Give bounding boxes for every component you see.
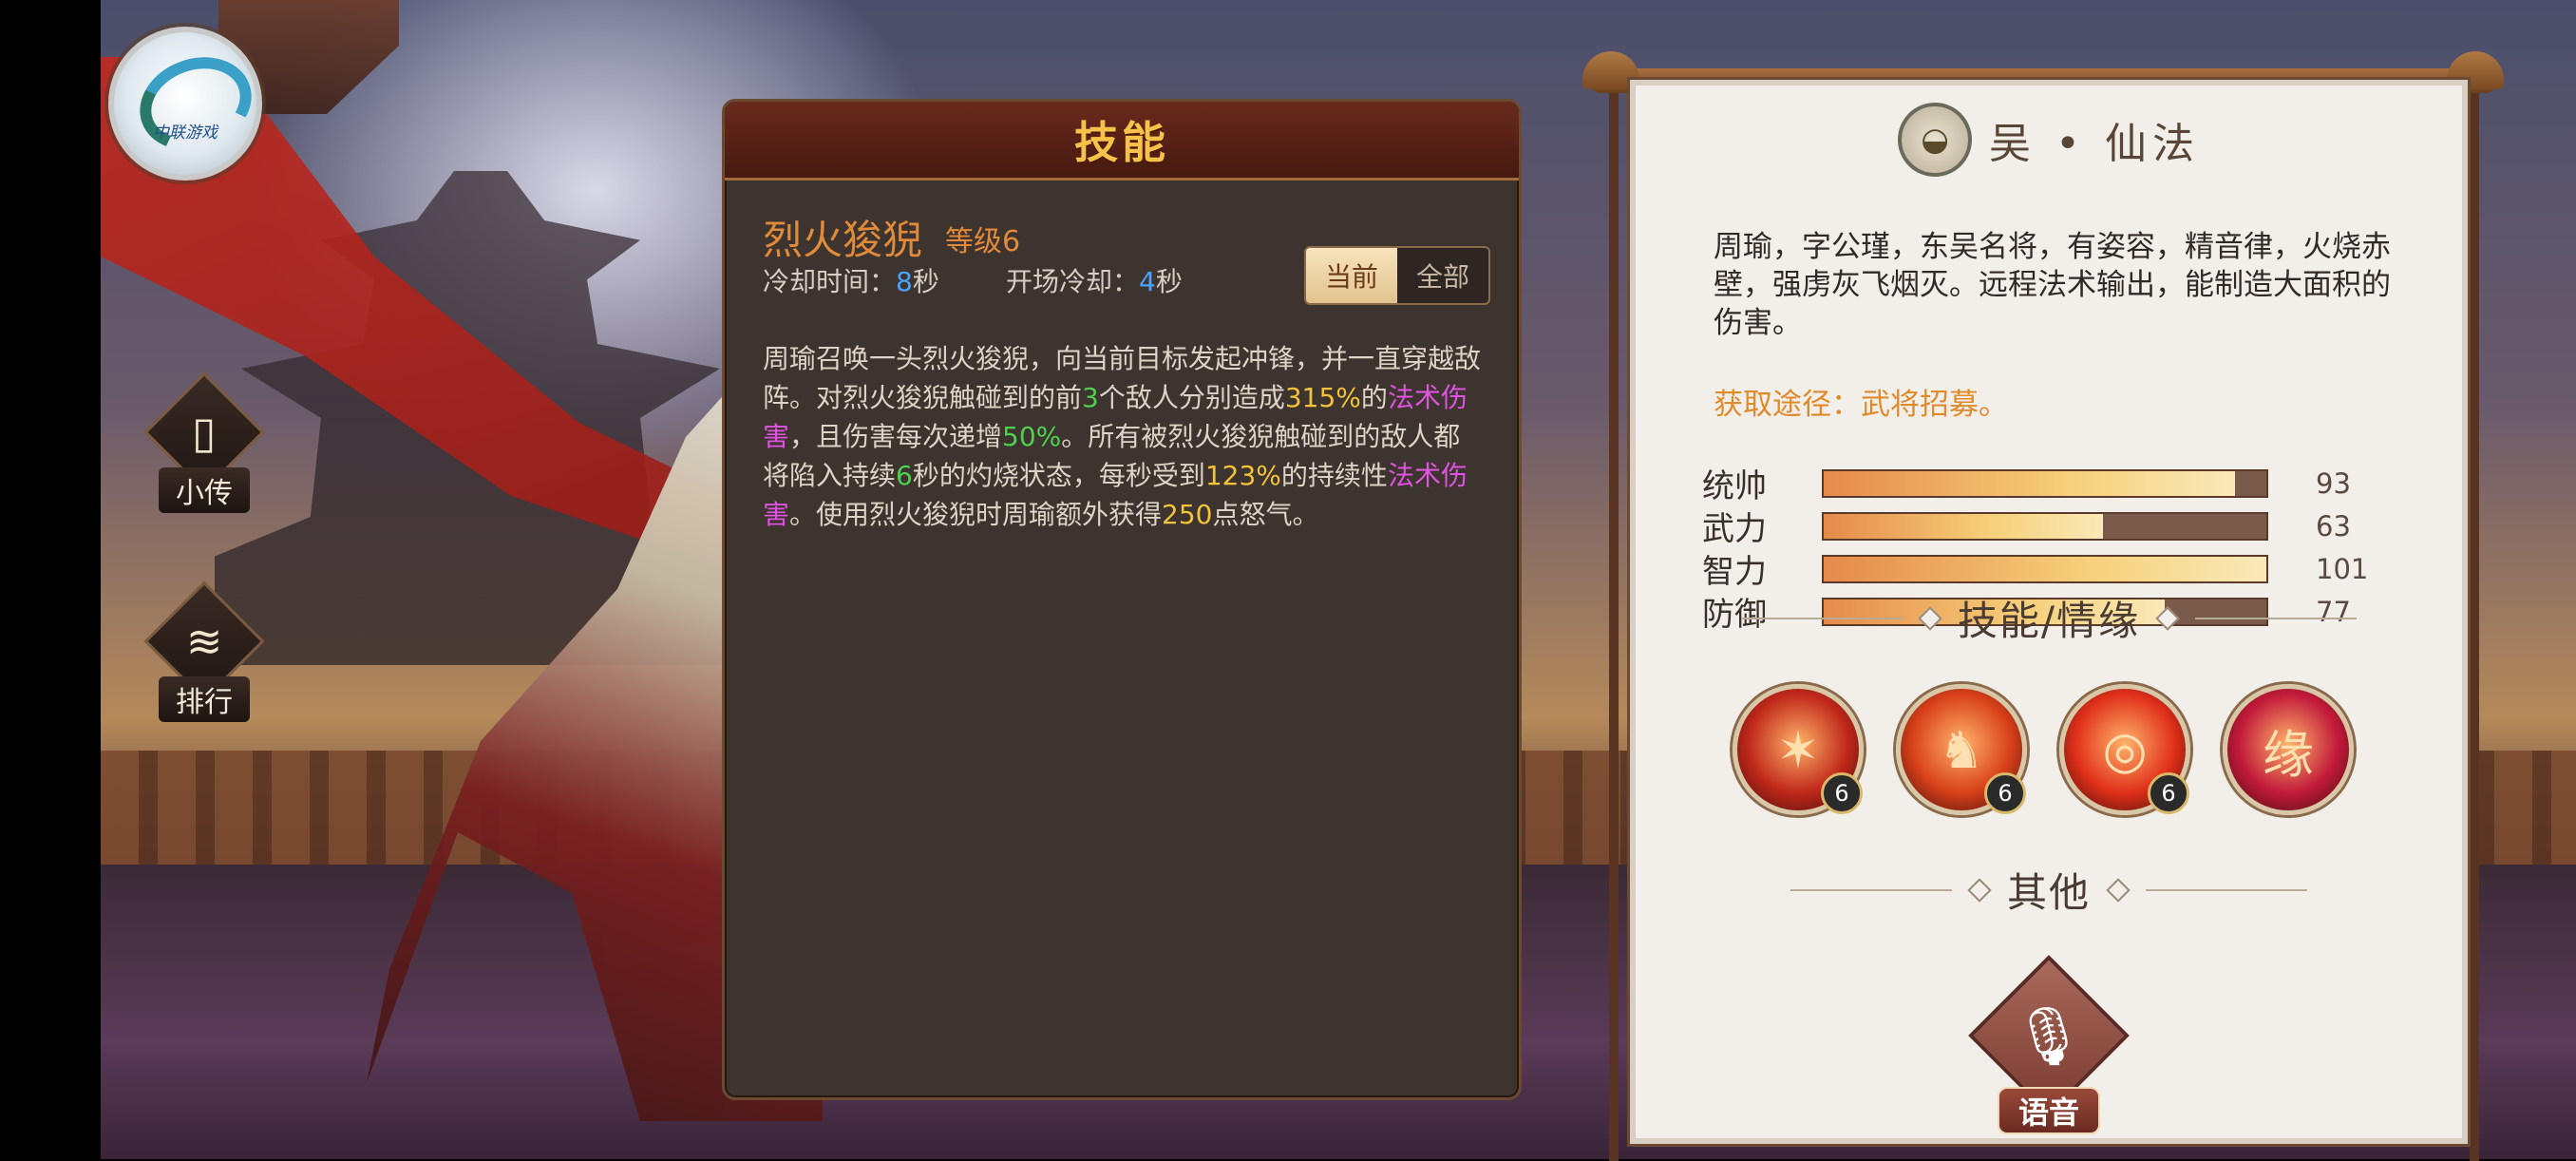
opening-cd-value: 4 <box>1139 266 1156 297</box>
stat-row: 智力 101 <box>1702 547 2424 592</box>
game-logo[interactable]: 中联游戏 <box>108 27 265 181</box>
fate-glyph: 缘 <box>2263 724 2314 785</box>
hero-bio: 周瑜，字公瑾，东吴名将，有姿容，精音律，火烧赤壁，强虏灰飞烟灭。远程法术输出，能… <box>1714 230 2391 340</box>
fire-ring-icon[interactable]: ◎ 6 <box>2059 684 2190 815</box>
skill-panel-title: 技能 <box>1074 117 1169 168</box>
ranking-button[interactable]: ≋ 排行 <box>142 580 266 722</box>
skill-panel: 技能 烈火狻猊 等级6 冷却时间：8秒 开场冷却：4秒 当前 全部 周瑜召唤一头… <box>722 99 1522 1100</box>
desc-increase-pct: 50% <box>1002 421 1062 452</box>
desc-text: ，且伤害每次递增 <box>789 421 1003 452</box>
toggle-all[interactable]: 全部 <box>1397 248 1488 303</box>
stat-value: 93 <box>2316 466 2351 500</box>
faction-text: 吴 • 仙法 <box>1989 120 2200 168</box>
other-section-title: 其他 <box>1636 861 2462 919</box>
desc-text: 的持续性 <box>1280 460 1388 491</box>
skill-level-badge: 6 <box>2148 772 2189 814</box>
divider-line <box>1740 617 1903 619</box>
fire-slash-icon[interactable]: ✶ 6 <box>1733 684 1864 815</box>
hero-info-panel: ◒ 吴 • 仙法 周瑜，字公瑾，东吴名将，有姿容，精音律，火烧赤壁，强虏灰飞烟灭… <box>1630 80 2468 1144</box>
divider-diamond-icon <box>2106 877 2131 903</box>
voice-label: 语音 <box>1997 1087 2100 1134</box>
logo-swirl-icon <box>126 42 265 165</box>
skill-level: 等级6 <box>945 225 1021 258</box>
skill-name: 烈火狻猊 <box>763 217 923 263</box>
skill-panel-header: 技能 <box>725 102 1519 181</box>
desc-text: 秒的灼烧状态，每秒受到 <box>912 460 1205 491</box>
cooldown-unit: 秒 <box>912 266 939 297</box>
skill-level-badge: 6 <box>1984 772 2026 814</box>
opening-cooldown-info: 开场冷却：4秒 <box>1006 261 1183 299</box>
cooldown-info: 冷却时间：8秒 <box>763 261 939 299</box>
fate-heart-icon[interactable]: 缘 <box>2223 684 2354 815</box>
scroll-pole-right <box>2470 78 2479 1161</box>
fire-beast-icon[interactable]: ♞ 6 <box>1896 684 2027 815</box>
stat-name: 武力 <box>1702 510 1767 548</box>
stat-value: 63 <box>2316 509 2351 542</box>
biography-label: 小传 <box>159 467 250 513</box>
skills-section-title: 技能/情缘 <box>1636 589 2462 647</box>
desc-text: 个敌人分别造成 <box>1098 382 1285 413</box>
divider-diamond-icon <box>2155 605 2180 631</box>
skills-section-label: 技能/情缘 <box>1957 598 2141 644</box>
logo-text: 中联游戏 <box>153 124 218 143</box>
stat-name: 统帅 <box>1702 467 1767 505</box>
stat-bar <box>1822 511 2268 541</box>
biography-button[interactable]: ▯ 小传 <box>142 371 266 513</box>
desc-text: 点怒气。 <box>1212 499 1319 530</box>
cooldown-value: 8 <box>896 266 913 297</box>
desc-rage: 250 <box>1162 499 1213 530</box>
opening-cd-unit: 秒 <box>1155 266 1183 297</box>
stat-row: 统帅 93 <box>1702 462 2424 506</box>
faction-header: ◒ 吴 • 仙法 <box>1636 103 2462 177</box>
voice-button[interactable]: 🎙 语音 <box>1968 955 2130 1134</box>
faction-emblem-icon: ◒ <box>1898 103 1973 177</box>
cooldown-label: 冷却时间： <box>763 266 897 297</box>
divider-line <box>2146 888 2307 891</box>
stat-value: 101 <box>2316 552 2369 585</box>
stat-bar <box>1822 554 2268 583</box>
opening-cd-label: 开场冷却： <box>1006 266 1140 297</box>
toggle-current[interactable]: 当前 <box>1306 248 1397 303</box>
divider-line <box>2195 617 2358 619</box>
microphone-icon: 🎙 <box>2012 1002 2086 1070</box>
desc-target-count: 3 <box>1082 382 1099 413</box>
divider-diamond-icon <box>1918 605 1942 631</box>
stat-bar <box>1822 468 2268 498</box>
scroll-pole-left <box>1609 78 1619 1161</box>
desc-burn-seconds: 6 <box>896 460 913 491</box>
stat-bar-fill <box>1824 513 2103 539</box>
divider-line <box>1790 888 1952 891</box>
desc-text: 的 <box>1360 382 1388 413</box>
acquire-source: 获取途径：武将招募。 <box>1714 388 2008 422</box>
stat-bar-fill <box>1824 556 2266 581</box>
stat-row: 武力 63 <box>1702 504 2424 549</box>
stat-name: 智力 <box>1702 553 1767 591</box>
skill-icon-row: ✶ 6 ♞ 6 ◎ 6 缘 <box>1733 684 2378 815</box>
skill-level-badge: 6 <box>1821 772 1863 814</box>
hero-info-scroll: ◒ 吴 • 仙法 周瑜，字公瑾，东吴名将，有姿容，精音律，火烧赤壁，强虏灰飞烟灭… <box>1577 21 2513 1161</box>
desc-text: 。使用烈火狻猊时周瑜额外获得 <box>789 499 1163 530</box>
desc-damage-pct: 315% <box>1284 382 1361 413</box>
desc-burn-pct: 123% <box>1204 460 1281 491</box>
other-section-label: 其他 <box>2006 869 2091 916</box>
skill-description: 周瑜召唤一头烈火狻猊，向当前目标发起冲锋，并一直穿越敌阵。对烈火狻猊触碰到的前3… <box>763 339 1485 534</box>
stat-bar-fill <box>1824 470 2236 496</box>
divider-diamond-icon <box>1967 877 1992 903</box>
ranking-label: 排行 <box>159 676 250 722</box>
level-toggle: 当前 全部 <box>1304 246 1490 305</box>
